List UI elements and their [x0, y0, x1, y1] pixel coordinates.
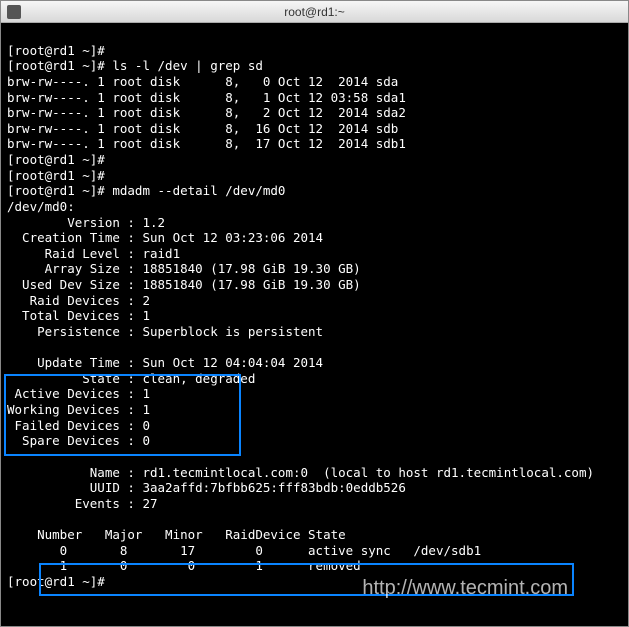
- terminal-window: root@rd1:~ [root@rd1 ~]# [root@rd1 ~]# l…: [0, 0, 629, 627]
- output-line: Update Time : Sun Oct 12 04:04:04 2014: [7, 355, 323, 370]
- window-title: root@rd1:~: [284, 5, 345, 19]
- output-line: 0 8 17 0 active sync /dev/sdb1: [7, 543, 481, 558]
- prompt-line: [root@rd1 ~]#: [7, 43, 105, 58]
- output-line: brw-rw----. 1 root disk 8, 1 Oct 12 03:5…: [7, 90, 406, 105]
- prompt-line: [root@rd1 ~]#: [7, 574, 112, 589]
- app-icon: [7, 5, 21, 19]
- output-line: Spare Devices : 0: [7, 433, 150, 448]
- output-line: Raid Level : raid1: [7, 246, 180, 261]
- output-line: 1 0 0 1 removed: [7, 558, 361, 573]
- output-line: Raid Devices : 2: [7, 293, 150, 308]
- output-line: Events : 27: [7, 496, 158, 511]
- output-line: Used Dev Size : 18851840 (17.98 GiB 19.3…: [7, 277, 361, 292]
- titlebar[interactable]: root@rd1:~: [1, 1, 628, 23]
- output-line: Failed Devices : 0: [7, 418, 150, 433]
- output-line: brw-rw----. 1 root disk 8, 17 Oct 12 201…: [7, 136, 406, 151]
- output-line: Version : 1.2: [7, 215, 165, 230]
- terminal-body[interactable]: [root@rd1 ~]# [root@rd1 ~]# ls -l /dev |…: [1, 23, 628, 626]
- command-line: [root@rd1 ~]# ls -l /dev | grep sd: [7, 58, 263, 73]
- output-line: brw-rw----. 1 root disk 8, 0 Oct 12 2014…: [7, 74, 398, 89]
- output-line: Persistence : Superblock is persistent: [7, 324, 323, 339]
- output-line: Array Size : 18851840 (17.98 GiB 19.30 G…: [7, 261, 361, 276]
- output-line: Name : rd1.tecmintlocal.com:0 (local to …: [7, 465, 594, 480]
- output-line: State : clean, degraded: [7, 371, 263, 386]
- output-line: Number Major Minor RaidDevice State: [7, 527, 346, 542]
- watermark-text: http://www.tecmint.com: [362, 576, 568, 601]
- prompt-line: [root@rd1 ~]#: [7, 168, 105, 183]
- output-line: brw-rw----. 1 root disk 8, 16 Oct 12 201…: [7, 121, 398, 136]
- output-line: Total Devices : 1: [7, 308, 150, 323]
- output-line: Active Devices : 1: [7, 386, 150, 401]
- output-line: /dev/md0:: [7, 199, 75, 214]
- output-line: brw-rw----. 1 root disk 8, 2 Oct 12 2014…: [7, 105, 406, 120]
- output-line: UUID : 3aa2affd:7bfbb625:fff83bdb:0eddb5…: [7, 480, 406, 495]
- output-line: Creation Time : Sun Oct 12 03:23:06 2014: [7, 230, 323, 245]
- command-line: [root@rd1 ~]# mdadm --detail /dev/md0: [7, 183, 285, 198]
- prompt-line: [root@rd1 ~]#: [7, 152, 105, 167]
- output-line: Working Devices : 1: [7, 402, 150, 417]
